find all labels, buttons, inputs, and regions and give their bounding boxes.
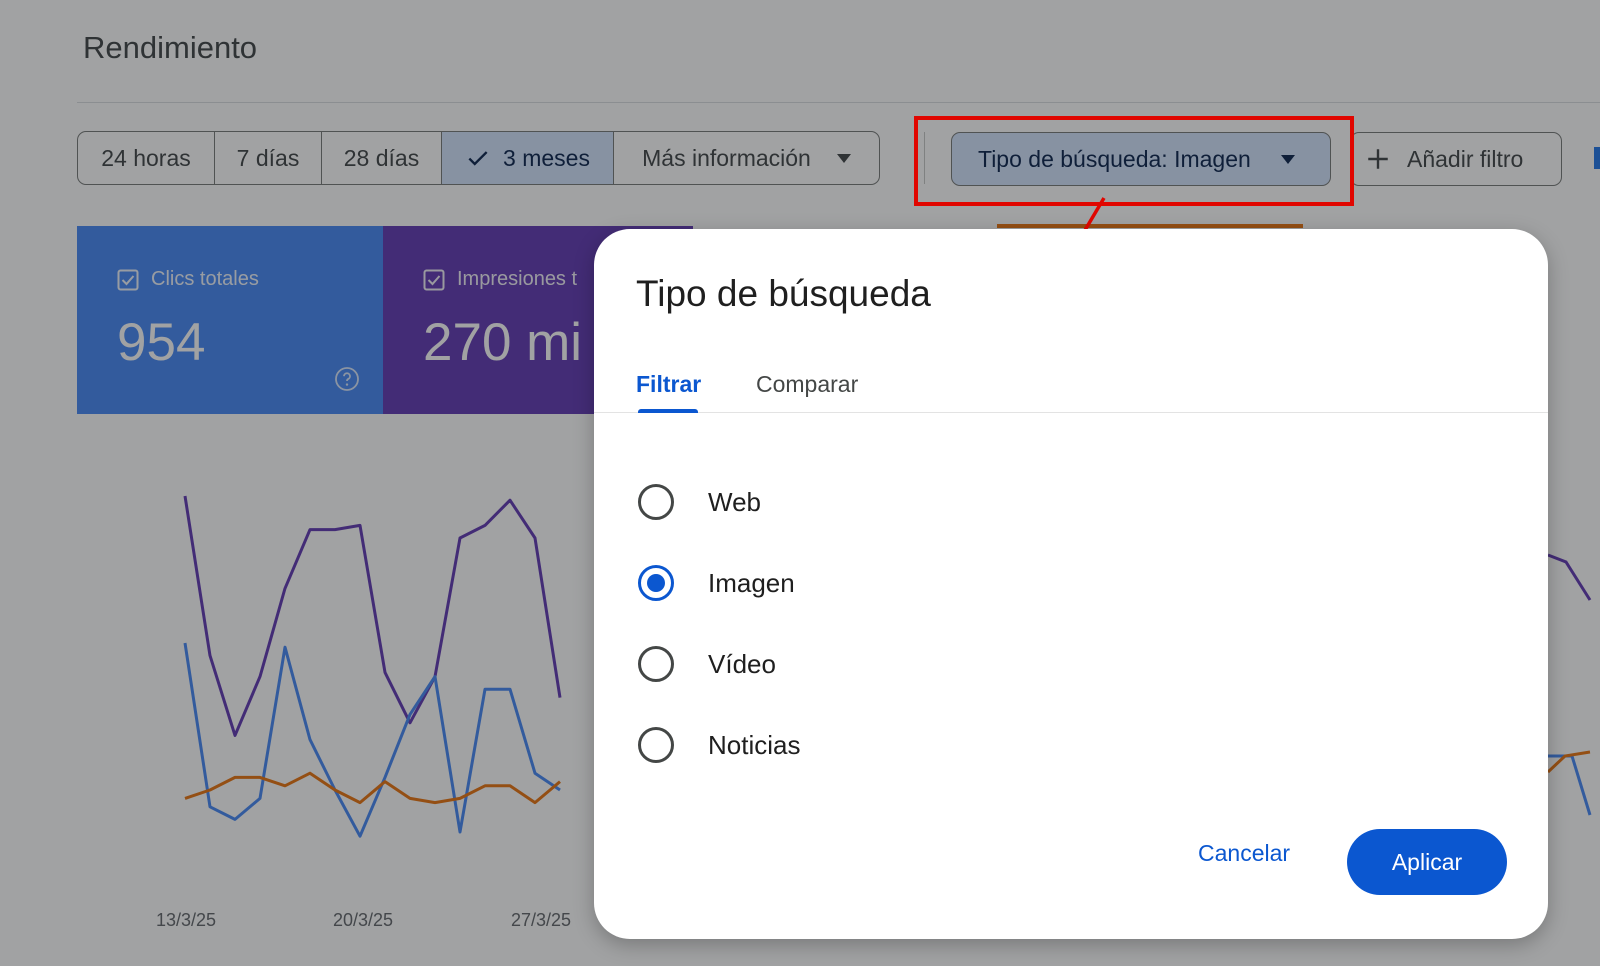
radio-imagen[interactable] [638, 565, 674, 601]
search-type-dialog: Tipo de búsqueda Filtrar Comparar Web Im… [594, 229, 1548, 939]
radio-web[interactable] [638, 484, 674, 520]
dialog-tabs: Filtrar Comparar [594, 357, 1548, 413]
active-tab-indicator [638, 409, 698, 413]
option-web[interactable]: Web [638, 484, 761, 520]
option-label: Imagen [708, 567, 795, 598]
tab-filtrar[interactable]: Filtrar [636, 371, 701, 398]
dialog-title: Tipo de búsqueda [636, 273, 931, 314]
tab-comparar[interactable]: Comparar [756, 371, 858, 398]
radio-video[interactable] [638, 646, 674, 682]
apply-button[interactable]: Aplicar [1347, 829, 1507, 895]
option-video[interactable]: Vídeo [638, 646, 776, 682]
option-label: Web [708, 486, 761, 517]
option-noticias[interactable]: Noticias [638, 727, 800, 763]
option-imagen[interactable]: Imagen [638, 565, 795, 601]
option-label: Vídeo [708, 648, 776, 679]
option-label: Noticias [708, 729, 801, 760]
radio-noticias[interactable] [638, 727, 674, 763]
cancel-button[interactable]: Cancelar [1186, 831, 1302, 875]
